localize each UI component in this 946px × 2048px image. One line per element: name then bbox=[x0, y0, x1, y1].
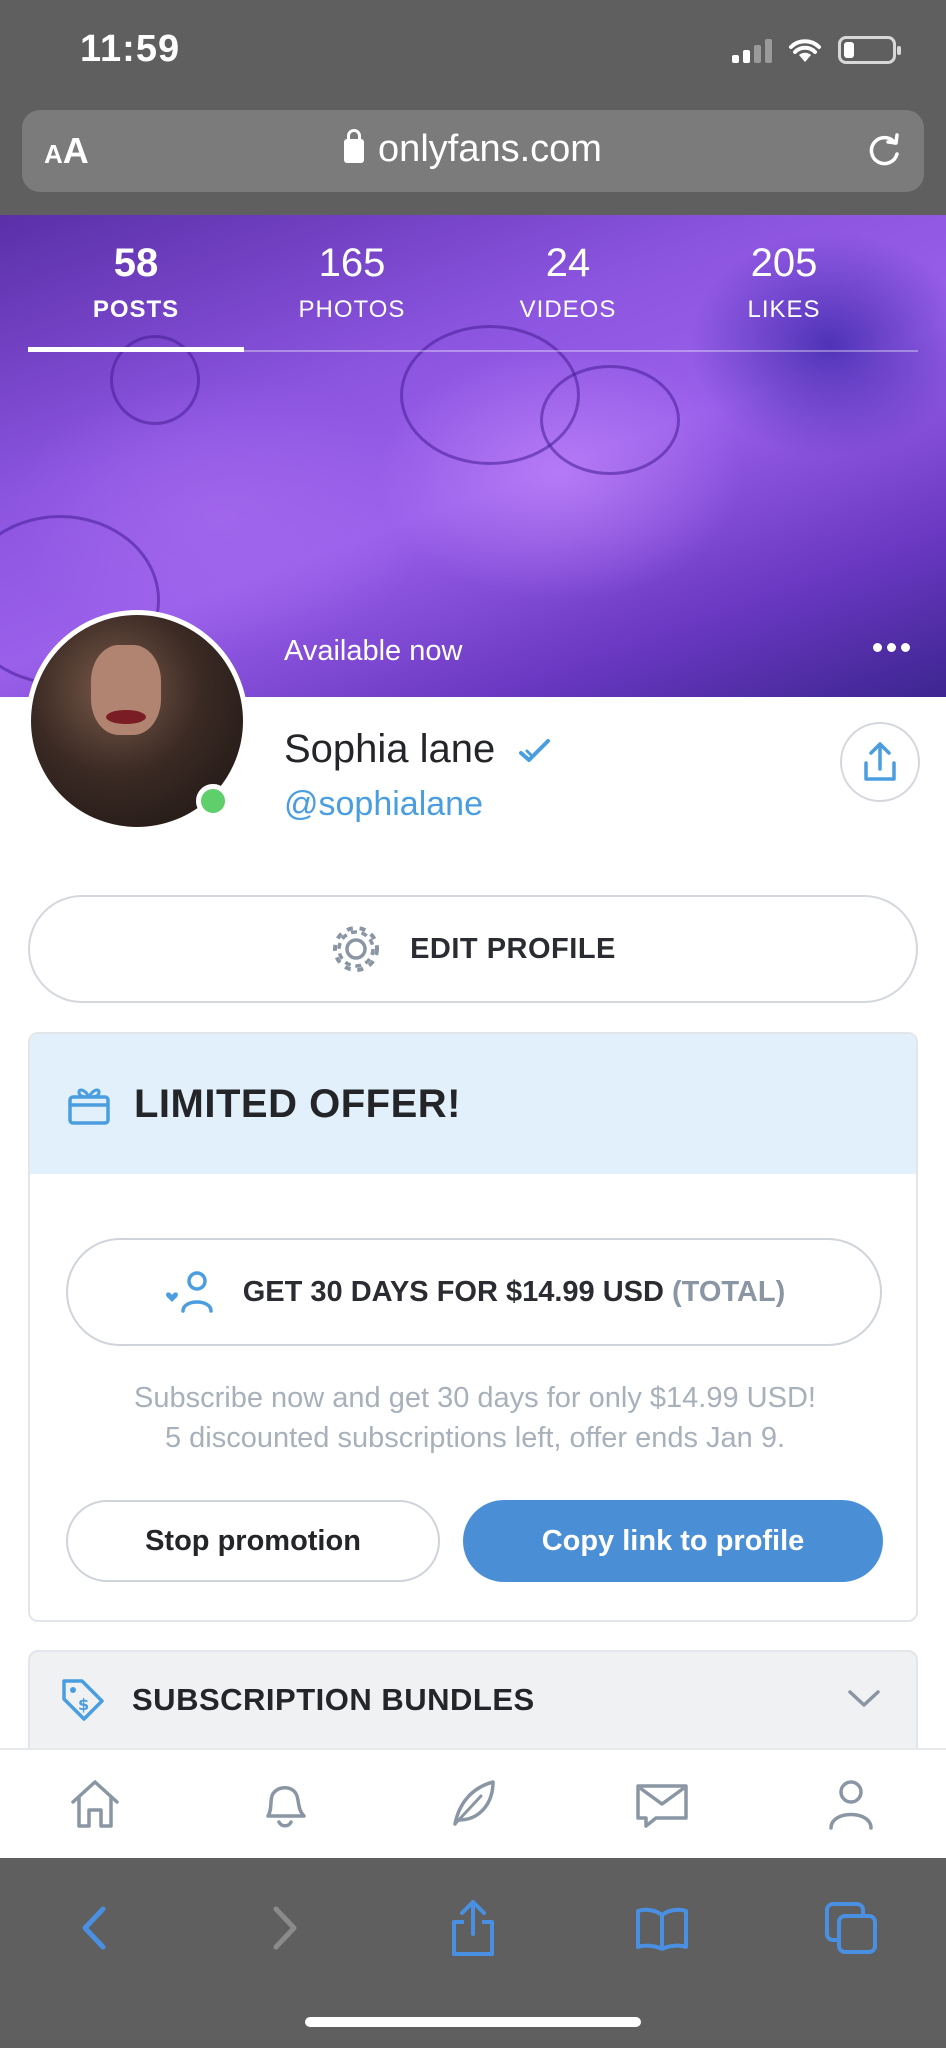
forward-button[interactable] bbox=[244, 1888, 324, 1968]
browser-top-chrome: 11:59 AA onlyfans.com bbox=[0, 0, 946, 215]
address-bar[interactable]: AA onlyfans.com bbox=[22, 110, 924, 192]
nav-messages[interactable] bbox=[622, 1764, 702, 1844]
user-icon bbox=[829, 1780, 874, 1830]
online-status-indicator bbox=[196, 784, 230, 818]
tab-photos[interactable]: 165 PHOTOS bbox=[244, 241, 460, 324]
subscription-bundles-title: SUBSCRIPTION BUNDLES bbox=[132, 1682, 535, 1717]
gift-icon bbox=[68, 1088, 110, 1125]
share-icon bbox=[864, 742, 896, 781]
lock-icon bbox=[344, 129, 365, 163]
profile-handle[interactable]: @sophialane bbox=[284, 785, 483, 824]
tab-posts[interactable]: 58 POSTS bbox=[28, 241, 244, 324]
price-tag-icon: $ bbox=[62, 1679, 104, 1721]
url-text: onlyfans.com bbox=[378, 128, 602, 170]
message-icon bbox=[636, 1784, 688, 1828]
profile-name: Sophia lane bbox=[284, 727, 496, 771]
nav-home[interactable] bbox=[55, 1764, 135, 1844]
chevron-down-icon[interactable] bbox=[846, 1686, 882, 1710]
gear-icon bbox=[333, 926, 380, 972]
battery-icon bbox=[838, 36, 901, 64]
bell-icon bbox=[266, 1786, 306, 1828]
limited-offer-card: LIMITED OFFER! GET 30 DAYS FOR $14.99 US… bbox=[28, 1032, 918, 1622]
tabs-icon bbox=[825, 1902, 878, 1954]
tab-likes[interactable]: 205 LIKES bbox=[676, 241, 892, 324]
copy-link-button[interactable]: Copy link to profile bbox=[463, 1500, 883, 1582]
chevron-right-icon bbox=[273, 1906, 297, 1950]
svg-text:$: $ bbox=[78, 1695, 89, 1714]
active-tab-indicator bbox=[28, 347, 244, 352]
status-time: 11:59 bbox=[80, 28, 181, 70]
home-indicator bbox=[305, 2017, 641, 2027]
stop-promotion-button[interactable]: Stop promotion bbox=[66, 1500, 440, 1582]
wifi-icon bbox=[789, 39, 821, 62]
chevron-left-icon bbox=[82, 1906, 106, 1950]
status-indicators bbox=[732, 36, 901, 64]
offer-title: LIMITED OFFER! bbox=[134, 1081, 461, 1126]
cellular-signal-icon bbox=[732, 37, 772, 63]
app-bottom-nav bbox=[0, 1748, 946, 1858]
feather-icon bbox=[453, 1780, 495, 1826]
tab-videos[interactable]: 24 VIDEOS bbox=[460, 241, 676, 324]
back-button[interactable] bbox=[55, 1888, 135, 1968]
edit-profile-button[interactable]: EDIT PROFILE bbox=[28, 895, 918, 1003]
subscribe-user-icon bbox=[165, 1271, 213, 1313]
cover-decoration bbox=[540, 365, 680, 475]
home-icon bbox=[70, 1780, 119, 1828]
availability-status: Available now bbox=[284, 635, 463, 667]
nav-new-post[interactable] bbox=[433, 1764, 513, 1844]
subscribe-offer-total: (TOTAL) bbox=[671, 1275, 786, 1308]
book-icon bbox=[636, 1907, 689, 1951]
subscribe-offer-label: GET 30 DAYS FOR $14.99 USD bbox=[242, 1275, 664, 1308]
url-display[interactable]: onlyfans.com bbox=[22, 128, 924, 171]
nav-notifications[interactable] bbox=[244, 1764, 324, 1844]
tabs-button[interactable] bbox=[811, 1888, 891, 1968]
reload-icon[interactable] bbox=[864, 130, 904, 170]
profile-stats: 58 POSTS 165 PHOTOS 24 VIDEOS 205 LIKES bbox=[0, 241, 946, 324]
profile-name-row: Sophia lane bbox=[284, 727, 552, 772]
nav-profile[interactable] bbox=[811, 1764, 891, 1844]
offer-header: LIMITED OFFER! bbox=[30, 1034, 916, 1174]
offer-remaining: 5 discounted subscriptions left, offer e… bbox=[164, 1422, 786, 1454]
more-options-icon[interactable] bbox=[873, 643, 910, 652]
edit-profile-label: EDIT PROFILE bbox=[410, 932, 616, 965]
bookmarks-button[interactable] bbox=[622, 1888, 702, 1968]
verified-check-icon bbox=[519, 739, 551, 763]
share-icon bbox=[451, 1900, 494, 1956]
subscribe-offer-button[interactable]: GET 30 DAYS FOR $14.99 USD (TOTAL) bbox=[66, 1238, 882, 1346]
share-profile-button[interactable] bbox=[840, 722, 920, 802]
subscription-bundles-header[interactable]: $ SUBSCRIPTION BUNDLES bbox=[28, 1650, 918, 1750]
share-button[interactable] bbox=[433, 1888, 513, 1968]
offer-description: Subscribe now and get 30 days for only $… bbox=[134, 1382, 816, 1414]
